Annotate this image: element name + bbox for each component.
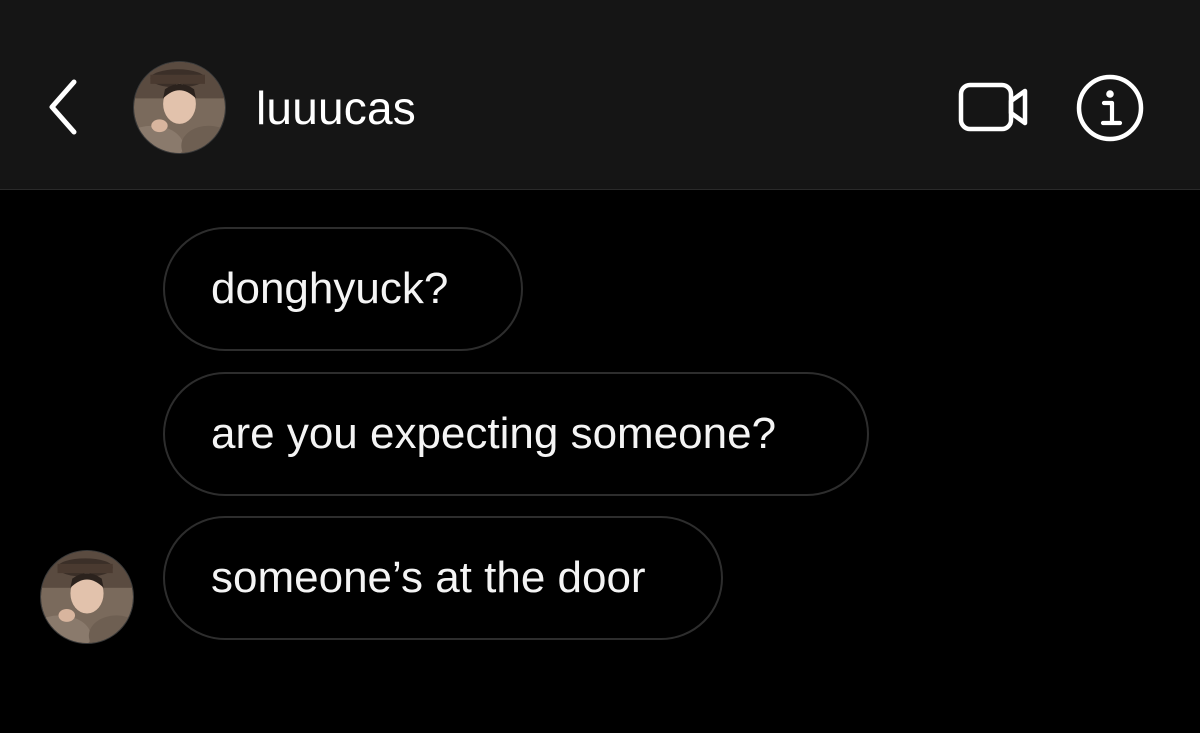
message-text: are you expecting someone? <box>211 409 777 458</box>
video-camera-icon <box>958 82 1028 132</box>
sender-avatar[interactable] <box>40 550 134 644</box>
message-text: someone’s at the door <box>211 553 646 602</box>
profile-photo <box>134 62 225 153</box>
chat-username[interactable]: luuucas <box>256 82 416 134</box>
info-button[interactable] <box>1074 72 1146 144</box>
info-icon <box>1076 74 1144 142</box>
video-call-button[interactable] <box>955 77 1033 137</box>
sender-photo <box>41 551 133 643</box>
chat-header: luuucas <box>0 0 1200 190</box>
profile-avatar[interactable] <box>133 61 226 154</box>
chevron-left-icon <box>49 79 77 135</box>
message-bubble[interactable]: are you expecting someone? <box>163 372 869 496</box>
back-button[interactable] <box>36 72 92 142</box>
message-text: donghyuck? <box>211 264 449 313</box>
message-bubble[interactable]: someone’s at the door <box>163 516 723 640</box>
message-bubble[interactable]: donghyuck? <box>163 227 523 351</box>
